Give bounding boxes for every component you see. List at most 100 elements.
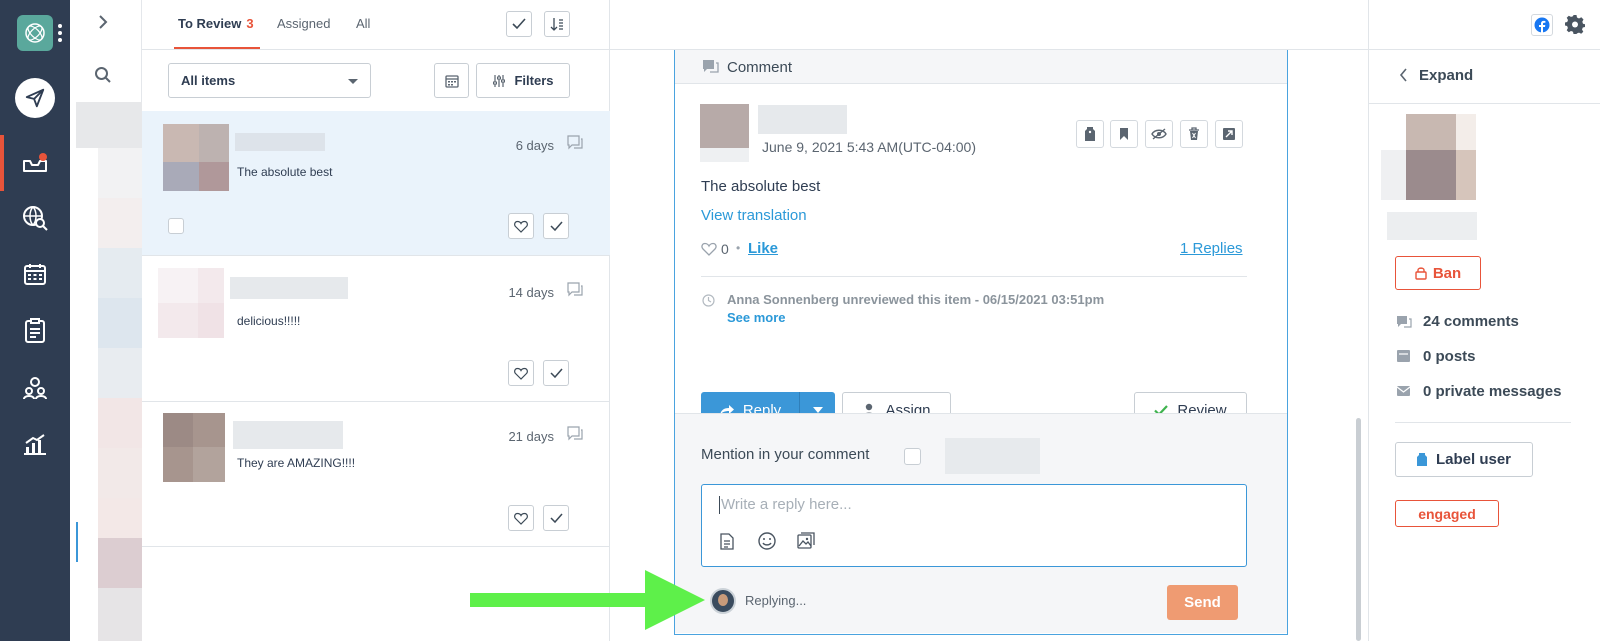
comment-card-header: Comment [675,50,1287,84]
comment-detail-panel: Comment June 9, 2021 5:43 AM(UTC-04:00) … [610,0,1368,641]
heart-icon[interactable] [701,242,717,256]
more-menu-icon[interactable] [58,24,62,42]
list-item[interactable]: They are AMAZING!!!! 21 days [142,402,610,547]
mail-icon [1396,385,1411,397]
view-translation-link[interactable]: View translation [701,207,807,224]
scrollbar[interactable] [1356,418,1361,641]
review-tabs: To Review 3 Assigned All [142,0,610,50]
open-original-button[interactable] [1215,120,1243,148]
replying-indicator: Replying... [745,593,807,608]
avatar [1381,114,1477,240]
user-tag-engaged[interactable]: engaged [1395,500,1499,527]
tasks-icon[interactable] [17,313,53,349]
private-messages-count: 0 private messages [1423,383,1562,400]
comment-date: June 9, 2021 5:43 AM(UTC-04:00) [762,139,977,155]
comment-type-icon [566,426,584,442]
see-more-link[interactable]: See more [727,310,786,325]
mention-checkbox[interactable] [904,448,921,465]
clock-icon [702,294,715,307]
search-icon[interactable] [94,66,112,84]
heart-icon [514,367,528,380]
tag-icon [1416,453,1427,466]
item-text: delicious!!!!! [237,314,301,328]
chevron-down-icon [348,79,358,84]
listening-icon[interactable] [17,200,53,236]
list-item[interactable]: The absolute best 6 days [142,111,610,256]
send-button-label: Send [1184,594,1221,611]
label-user-button[interactable]: Label user [1395,442,1533,477]
tab-to-review[interactable]: To Review 3 [178,16,254,31]
date-filter-button[interactable] [434,63,469,98]
chevron-left-icon[interactable] [1399,68,1408,82]
bookmark-icon [1120,128,1128,140]
publish-icon[interactable] [15,78,55,118]
active-tab-underline [174,47,260,49]
expand-toggle[interactable]: Expand [1419,67,1473,84]
like-link[interactable]: Like [748,240,778,257]
lock-icon [1415,267,1427,280]
author-name-redacted [230,277,348,299]
user-profile-panel: Expand Ban 24 comments 0 posts 0 private… [1368,0,1600,641]
separator-dot: • [736,241,741,255]
filters-button[interactable]: Filters [476,63,570,98]
mention-handle-redacted [945,438,1040,474]
tab-all[interactable]: All [356,16,370,31]
avatar [163,124,229,191]
header-divider [1369,49,1600,50]
heart-icon [514,512,528,525]
app-logo-icon[interactable] [17,15,53,51]
comment-icon [702,59,719,74]
mark-reviewed-button[interactable] [543,505,569,531]
check-icon [549,368,563,378]
annotation-arrow-icon [470,570,705,630]
template-icon[interactable] [720,533,734,550]
tag-icon [1085,127,1095,141]
emoji-icon[interactable] [758,532,776,550]
expand-divider [1369,103,1600,104]
ban-button[interactable]: Ban [1395,256,1481,290]
bookmark-button[interactable] [1110,120,1138,148]
gear-icon[interactable] [1565,14,1585,34]
avatar [163,413,225,482]
image-attach-icon[interactable] [797,532,815,549]
audience-icon[interactable] [17,370,53,406]
history-entry: Anna Sonnenberg unreviewed this item - 0… [727,292,1105,307]
reply-placeholder: Write a reply here... [721,496,852,513]
items-filter-select-value: All items [181,73,236,88]
heart-icon [514,220,528,233]
item-age: 14 days [508,285,554,300]
like-button[interactable] [508,360,534,386]
tab-assigned[interactable]: Assigned [277,16,330,31]
like-count: 0 [721,241,729,257]
comment-card: Comment June 9, 2021 5:43 AM(UTC-04:00) … [674,50,1288,635]
mark-all-reviewed-button[interactable] [506,11,532,37]
nav-active-indicator [0,135,4,191]
sort-icon[interactable] [544,11,570,37]
avatar [700,104,749,162]
facebook-icon[interactable] [1531,14,1553,36]
delete-button[interactable] [1180,120,1208,148]
item-checkbox[interactable] [168,218,184,234]
mention-label: Mention in your comment [701,446,870,463]
hide-button[interactable] [1145,120,1173,148]
reports-icon[interactable] [17,426,53,462]
trash-icon [1189,127,1199,140]
label-user-button-label: Label user [1435,451,1512,468]
reply-textarea[interactable]: Write a reply here... [701,484,1247,567]
mark-reviewed-button[interactable] [543,213,569,239]
calendar-icon[interactable] [17,256,53,292]
comment-body: The absolute best [701,178,821,195]
like-button[interactable] [508,505,534,531]
divider [701,276,1247,277]
like-button[interactable] [508,213,534,239]
send-button[interactable]: Send [1167,585,1238,620]
replies-link[interactable]: 1 Replies [1180,240,1243,257]
chevron-right-icon[interactable] [96,14,110,30]
mark-reviewed-button[interactable] [543,360,569,386]
list-item[interactable]: delicious!!!!! 14 days [142,257,610,402]
text-cursor [719,496,720,514]
inbox-icon[interactable] [17,145,53,181]
tag-button[interactable] [1076,120,1104,148]
items-filter-select[interactable]: All items [168,63,371,98]
ban-button-label: Ban [1432,264,1462,282]
